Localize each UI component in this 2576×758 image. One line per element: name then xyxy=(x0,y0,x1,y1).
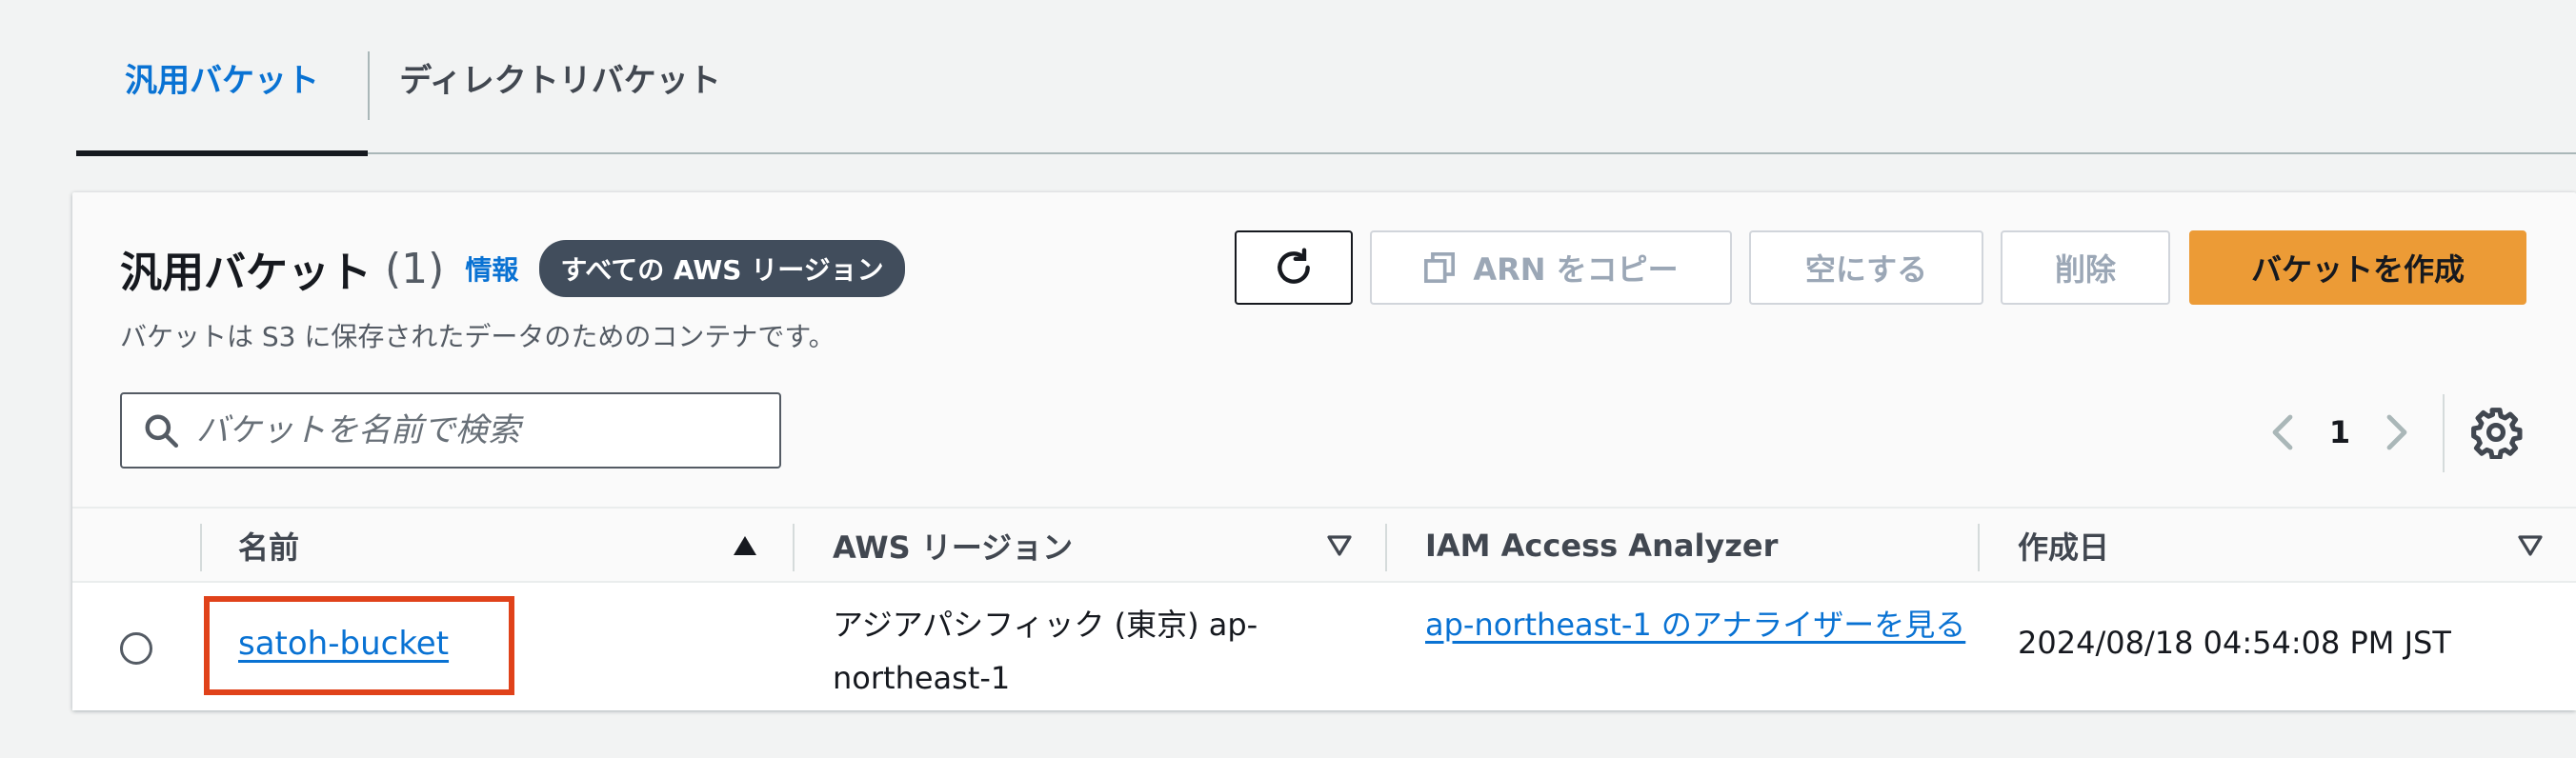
tab-general-purpose-buckets[interactable]: 汎用バケット xyxy=(76,0,368,154)
bucket-created-date: 2024/08/18 04:54:08 PM JST xyxy=(2018,625,2451,661)
active-tab-indicator xyxy=(76,150,368,156)
column-separator xyxy=(1385,524,1387,571)
pager-divider xyxy=(2443,394,2445,472)
chevron-right-icon xyxy=(2386,414,2407,450)
column-separator xyxy=(793,524,795,571)
gear-icon[interactable] xyxy=(2469,406,2523,459)
search-box xyxy=(120,392,781,469)
copy-arn-button[interactable]: ARN をコピー xyxy=(1370,230,1732,305)
column-header-created[interactable]: 作成日 xyxy=(2018,509,2109,583)
column-header-region[interactable]: AWS リージョン xyxy=(833,509,1073,583)
column-header-name[interactable]: 名前 xyxy=(238,509,299,583)
copy-icon xyxy=(1424,251,1456,284)
bucket-name-link[interactable]: satoh-bucket xyxy=(238,625,449,663)
table-header: 名前 AWS リージョン IAM Access Analyzer 作成日 xyxy=(72,507,2576,583)
table-row: satoh-bucket アジアパシフィック (東京) ap-northeast… xyxy=(72,583,2576,710)
bucket-count: (1) xyxy=(385,244,445,293)
search-input[interactable] xyxy=(196,411,730,449)
sort-descending-icon[interactable] xyxy=(2517,533,2544,558)
previous-page-button[interactable] xyxy=(2254,404,2311,461)
row-select-radio[interactable] xyxy=(120,632,152,665)
page-title: 汎用バケット xyxy=(120,249,372,297)
sort-descending-icon[interactable] xyxy=(1326,533,1353,558)
bucket-region: アジアパシフィック (東京) ap-northeast-1 xyxy=(833,607,1258,696)
empty-bucket-button[interactable]: 空にする xyxy=(1749,230,1983,305)
refresh-button[interactable] xyxy=(1235,230,1353,305)
refresh-icon xyxy=(1278,248,1310,284)
region-badge: すべての AWS リージョン xyxy=(539,240,905,297)
bucket-type-tabs: 汎用バケット ディレクトリバケット xyxy=(76,0,2576,156)
delete-button[interactable]: 削除 xyxy=(2001,230,2170,305)
panel-description: バケットは S3 に保存されたデータのためのコンテナです。 xyxy=(120,321,835,352)
tab-directory-buckets[interactable]: ディレクトリバケット xyxy=(370,0,751,154)
column-separator xyxy=(200,524,202,571)
current-page-number[interactable]: 1 xyxy=(2311,414,2368,450)
buckets-panel: 汎用バケット (1) 情報 すべての AWS リージョン バケットは S3 に保… xyxy=(72,192,2576,710)
column-separator xyxy=(1978,524,1980,571)
pagination: 1 xyxy=(2254,404,2425,461)
search-icon xyxy=(145,414,179,449)
sort-ascending-icon[interactable] xyxy=(732,533,758,558)
chevron-left-icon xyxy=(2272,414,2293,450)
next-page-button[interactable] xyxy=(2368,404,2425,461)
column-header-access-analyzer: IAM Access Analyzer xyxy=(1425,528,1779,564)
create-bucket-button[interactable]: バケットを作成 xyxy=(2189,230,2526,305)
panel-header: 汎用バケット (1) 情報 すべての AWS リージョン xyxy=(120,238,905,299)
access-analyzer-link[interactable]: ap-northeast-1 のアナライザーを見る xyxy=(1425,598,1978,651)
info-link[interactable]: 情報 xyxy=(465,249,518,288)
